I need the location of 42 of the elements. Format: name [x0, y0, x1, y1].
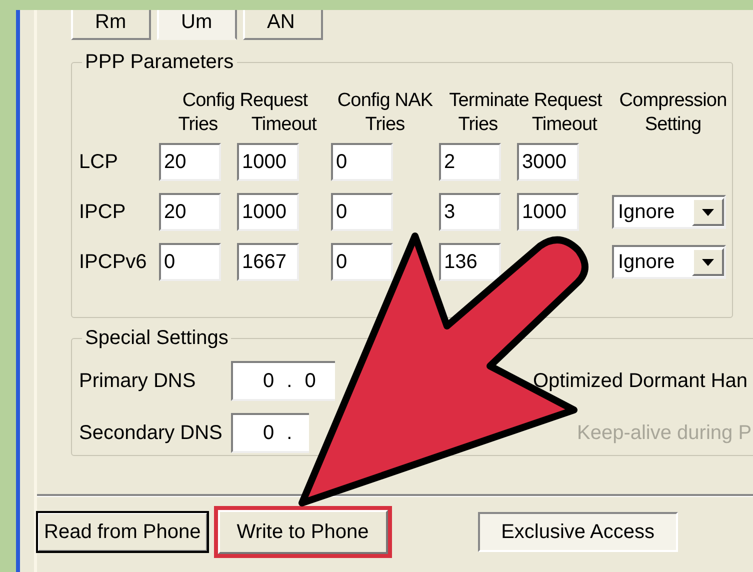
tab[interactable]: AN: [243, 10, 323, 40]
dropdown[interactable]: Ignore: [612, 195, 726, 229]
input-field[interactable]: 20: [159, 193, 221, 231]
dropdown[interactable]: Ignore: [612, 245, 726, 279]
input-field[interactable]: 1000: [517, 193, 579, 231]
caret-icon: [702, 208, 714, 216]
row-label: IPCPv6: [79, 251, 147, 273]
column-header: Terminate Request: [448, 89, 604, 113]
button[interactable]: Exclusive Access: [478, 512, 678, 552]
column-header: Config NAK: [336, 89, 434, 113]
input-field[interactable]: 2: [439, 143, 501, 181]
input-field[interactable]: 1000: [237, 193, 299, 231]
column-header: Setting: [644, 113, 702, 137]
ip-address-field[interactable]: 0 .: [231, 413, 309, 453]
option-label: Keep-alive during P: [577, 421, 752, 446]
field-label: Primary DNS: [79, 370, 196, 392]
column-header: Tries: [364, 113, 406, 137]
input-field[interactable]: 1000: [237, 143, 299, 181]
input-field[interactable]: 0: [331, 243, 393, 281]
column-header: Timeout: [530, 113, 598, 137]
input-field[interactable]: 1667: [237, 243, 299, 281]
row-label: LCP: [79, 151, 118, 173]
button[interactable]: Read from Phone: [37, 512, 208, 552]
column-header: Timeout: [250, 113, 318, 137]
input-field[interactable]: 3: [439, 193, 501, 231]
column-header: Config Request: [181, 89, 309, 113]
input-field[interactable]: 0: [159, 243, 221, 281]
input-field[interactable]: 136: [439, 243, 501, 281]
input-field[interactable]: 20: [159, 143, 221, 181]
column-header: Tries: [177, 113, 219, 137]
column-header: Tries: [457, 113, 499, 137]
caret-icon: [702, 258, 714, 266]
field-label: Secondary DNS: [79, 422, 222, 444]
input-field[interactable]: 0: [331, 193, 393, 231]
tab[interactable]: Rm: [71, 10, 151, 40]
row-label: IPCP: [79, 201, 126, 223]
option-label: Optimized Dormant Han: [533, 369, 748, 394]
input-field[interactable]: 0: [331, 143, 393, 181]
tab[interactable]: Um: [157, 10, 237, 40]
input-field[interactable]: 3000: [517, 143, 579, 181]
ip-address-field[interactable]: 0 . 0: [231, 361, 335, 401]
column-header: Compression: [618, 89, 728, 113]
